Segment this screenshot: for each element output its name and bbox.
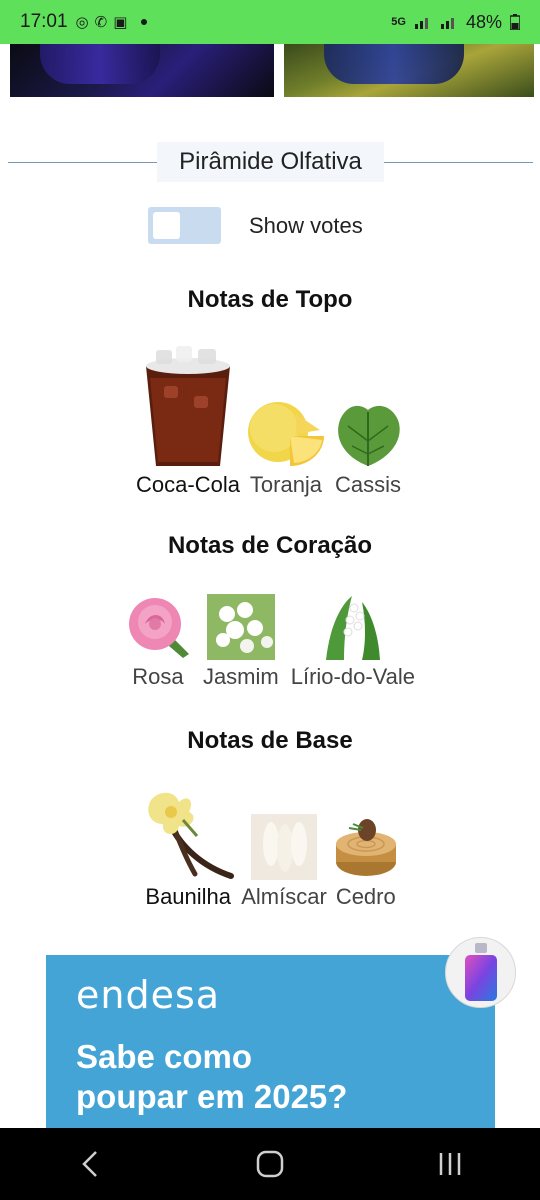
note-item[interactable]: Baunilha <box>141 786 235 910</box>
gallery-icon: ▣ <box>113 14 128 31</box>
ad-headline-line: Sabe como <box>76 1038 253 1075</box>
home-button[interactable] <box>230 1134 310 1194</box>
show-votes-toggle[interactable] <box>148 207 221 244</box>
floating-perfume-button[interactable] <box>445 937 516 1008</box>
recents-icon <box>439 1153 461 1175</box>
note-label: Lírio-do-Vale <box>290 664 416 689</box>
perfume-image-strip <box>10 44 534 97</box>
base-notes-title: Notas de Base <box>187 727 353 754</box>
hotspot-icon: ◎ <box>75 14 89 31</box>
note-item[interactable]: Toranja <box>246 396 326 498</box>
divider <box>383 161 534 163</box>
lily-of-the-valley-icon <box>321 594 384 660</box>
perfume-photo[interactable] <box>284 44 534 97</box>
base-notes-row: Baunilha Almíscar Cedro <box>0 786 540 910</box>
show-votes-row: Show votes <box>148 207 363 244</box>
ad-banner[interactable]: endesa Sabe como poupar em 2025? <box>46 955 495 1130</box>
signal-icon <box>414 18 428 29</box>
ad-headline: Sabe como poupar em 2025? <box>76 1037 465 1117</box>
status-time: 17:01 <box>20 11 68 32</box>
status-bar: 17:01 ◎ ✆ ▣ 5G 48% <box>0 0 540 44</box>
note-item[interactable]: Rosa <box>124 594 191 690</box>
cola-icon <box>146 346 230 466</box>
perfume-photo[interactable] <box>10 44 274 97</box>
show-votes-label: Show votes <box>249 212 363 238</box>
note-item[interactable]: Lírio-do-Vale <box>291 594 415 690</box>
note-label: Toranja <box>249 472 323 497</box>
divider <box>8 161 158 163</box>
notification-dot-icon <box>141 19 148 25</box>
note-label: Coca-Cola <box>136 472 240 497</box>
battery-icon <box>510 14 520 30</box>
note-label: Cassis <box>334 472 401 497</box>
heart-notes-title: Notas de Coração <box>167 532 373 559</box>
battery-percent: 48% <box>465 11 502 32</box>
top-notes-row: Coca-Cola Toranja Cassis <box>0 346 540 498</box>
note-label: Cedro <box>335 884 396 909</box>
note-label: Rosa <box>132 664 184 689</box>
whatsapp-icon: ✆ <box>94 14 108 31</box>
cassis-leaf-icon <box>338 405 400 466</box>
back-icon <box>82 1151 97 1177</box>
vanilla-icon <box>148 792 235 879</box>
note-item[interactable]: Cassis <box>332 396 404 498</box>
perfume-bottle-icon <box>464 942 497 1001</box>
note-item[interactable]: Cedro <box>333 814 399 910</box>
top-notes-title: Notas de Topo <box>187 286 353 313</box>
note-item[interactable]: Almíscar <box>241 814 327 910</box>
recents-button[interactable] <box>410 1134 490 1194</box>
ad-brand: endesa <box>76 973 221 1017</box>
rose-icon <box>124 594 191 660</box>
ad-headline-line: poupar em 2025? <box>76 1078 348 1115</box>
jasmine-icon <box>206 594 275 660</box>
note-item[interactable]: Jasmim <box>203 594 279 690</box>
section-header: Pirâmide Olfativa <box>8 140 534 184</box>
section-title: Pirâmide Olfativa <box>157 142 384 182</box>
network-type: 5G <box>391 16 406 28</box>
system-nav-bar <box>0 1128 540 1200</box>
musk-icon <box>251 814 317 880</box>
note-label: Jasmim <box>202 664 279 689</box>
note-label: Almíscar <box>241 884 327 909</box>
home-icon <box>256 1150 284 1178</box>
heart-notes-row: Rosa Jasmim Lírio-do-Vale <box>0 594 540 690</box>
signal-icon-2 <box>440 18 454 29</box>
note-item[interactable]: Coca-Cola <box>136 346 240 498</box>
note-label: Baunilha <box>145 884 232 909</box>
cedar-icon <box>335 819 396 876</box>
back-button[interactable] <box>50 1134 130 1194</box>
grapefruit-icon <box>247 402 324 466</box>
